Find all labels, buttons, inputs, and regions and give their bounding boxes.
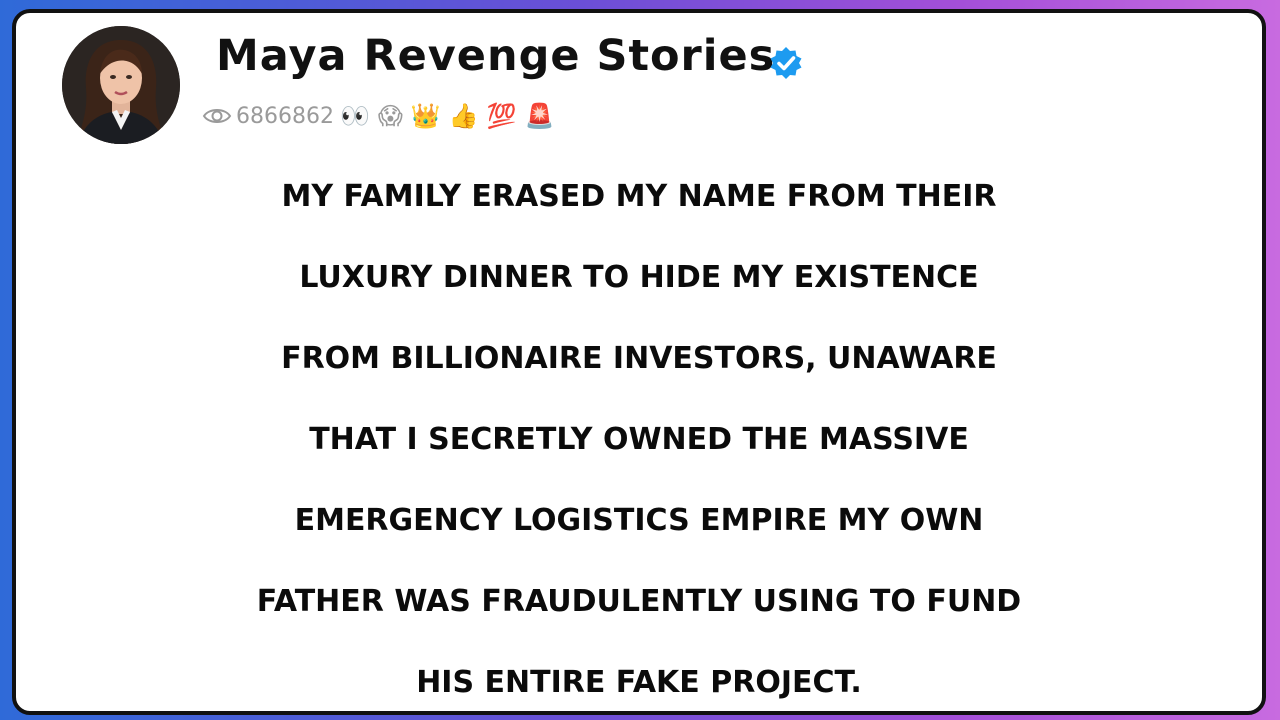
headline-line: THAT I SECRETLY OWNED THE MASSIVE (309, 422, 969, 457)
gradient-frame: Maya Revenge Stories 6866862 👀 😱 👑 👍 💯 🚨… (0, 0, 1280, 720)
avatar[interactable] (62, 26, 180, 144)
story-headline: MY FAMILY ERASED MY NAME FROM THEIR LUXU… (16, 156, 1262, 711)
story-card: Maya Revenge Stories 6866862 👀 😱 👑 👍 💯 🚨… (12, 9, 1266, 715)
eye-icon (202, 109, 232, 123)
eyes-emoji-icon: 👀 (339, 102, 370, 130)
channel-name[interactable]: Maya Revenge Stories (216, 31, 775, 81)
avatar-portrait (62, 26, 180, 144)
thumbs-up-emoji-icon: 👍 (448, 102, 479, 130)
headline-line: HIS ENTIRE FAKE PROJECT. (416, 665, 862, 700)
stats-row: 6866862 👀 😱 👑 👍 💯 🚨 (202, 101, 562, 131)
headline-line: MY FAMILY ERASED MY NAME FROM THEIR (281, 179, 997, 214)
headline-line: FATHER WAS FRAUDULENTLY USING TO FUND (256, 584, 1022, 619)
view-count: 6866862 (236, 103, 334, 129)
siren-emoji-icon: 🚨 (524, 102, 555, 130)
headline-line: FROM BILLIONAIRE INVESTORS, UNAWARE (281, 341, 997, 376)
crown-emoji-icon: 👑 (410, 102, 441, 130)
hundred-emoji-icon: 💯 (486, 102, 517, 130)
headline-line: LUXURY DINNER TO HIDE MY EXISTENCE (299, 260, 979, 295)
verified-badge-icon (770, 47, 802, 79)
headline-line: EMERGENCY LOGISTICS EMPIRE MY OWN (294, 503, 984, 538)
scream-emoji-icon: 😱 (377, 102, 403, 130)
